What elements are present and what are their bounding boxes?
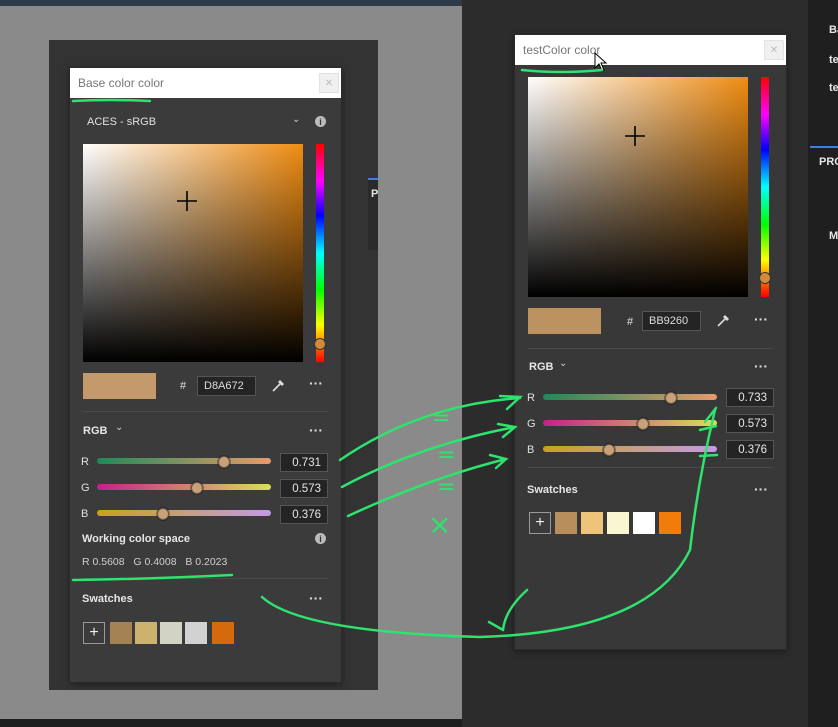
equals-mark-3: = [437,475,455,500]
annotation-overlay: = = = × [71,68,719,639]
annotation-text: = = = × [428,406,455,541]
equals-mark-2: = [437,443,455,468]
equals-mark-1: = [432,406,450,431]
mismatch-mark: × [428,508,451,541]
